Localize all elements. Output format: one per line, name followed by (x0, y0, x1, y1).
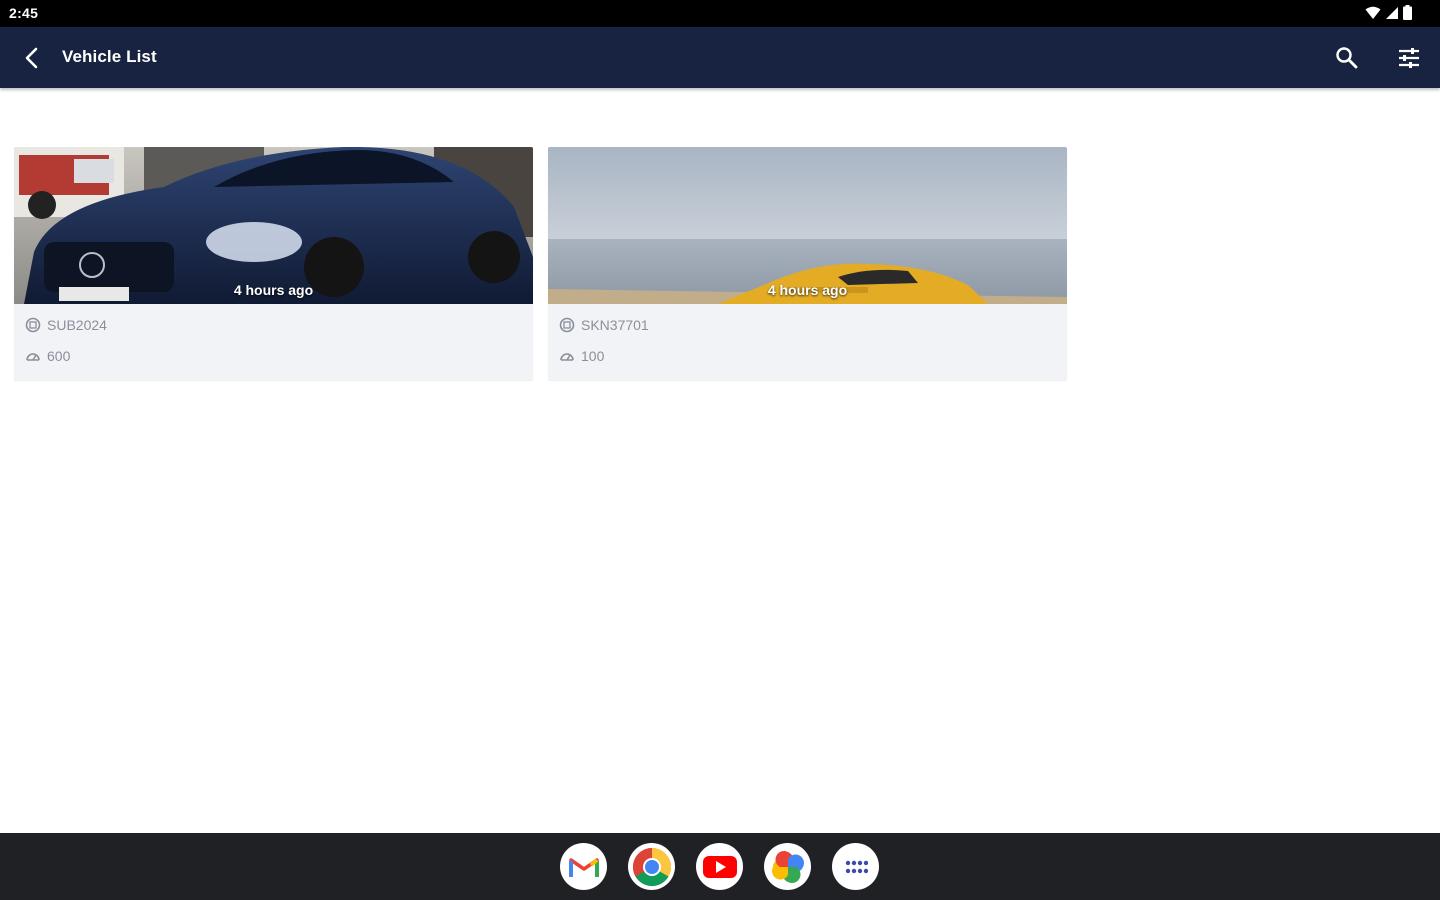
wifi-icon (1365, 6, 1381, 19)
app-bar: Vehicle List (0, 27, 1440, 88)
plate-row: SKN37701 (559, 317, 649, 333)
battery-icon (1403, 5, 1412, 20)
vehicle-odometer: 600 (47, 348, 71, 364)
gmail-app[interactable] (560, 843, 607, 890)
app-dock (560, 843, 879, 890)
vehicle-photo (548, 147, 1067, 304)
vehicle-timestamp: 4 hours ago (233, 282, 314, 298)
app-drawer-icon (845, 860, 868, 873)
filter-settings-icon (1399, 48, 1419, 68)
filter-button[interactable] (1395, 44, 1423, 72)
app-drawer[interactable] (832, 843, 879, 890)
youtube-icon (702, 855, 737, 878)
youtube-app[interactable] (696, 843, 743, 890)
vehicle-plate: SKN37701 (581, 317, 649, 333)
odometer-row: 100 (559, 348, 604, 364)
license-plate-icon (559, 317, 575, 333)
vehicle-card[interactable]: 4 hours ago SKN37701 100 (548, 147, 1067, 380)
status-bar: 2:45 (0, 0, 1440, 27)
photos-app[interactable] (764, 843, 811, 890)
search-icon (1336, 47, 1358, 69)
cell-signal-icon (1386, 6, 1398, 19)
speedometer-icon (26, 353, 40, 361)
page-title: Vehicle List (62, 47, 157, 66)
gmail-icon (568, 857, 599, 877)
speedometer-icon (560, 353, 574, 361)
back-button[interactable] (18, 44, 46, 72)
photos-icon (771, 850, 804, 883)
odometer-row: 600 (25, 348, 70, 364)
search-button[interactable] (1333, 44, 1361, 72)
taskbar (0, 833, 1440, 900)
license-plate-icon (25, 317, 41, 333)
status-icons (1365, 5, 1412, 20)
chrome-app[interactable] (628, 843, 675, 890)
vehicle-card[interactable]: 4 hours ago SUB2024 600 (14, 147, 533, 380)
vehicle-plate: SUB2024 (47, 317, 107, 333)
vehicle-timestamp: 4 hours ago (767, 282, 848, 298)
status-time: 2:45 (9, 5, 39, 21)
vehicle-photo (14, 147, 533, 304)
back-arrow-icon (25, 47, 38, 69)
chrome-icon (632, 847, 671, 886)
plate-row: SUB2024 (25, 317, 107, 333)
vehicle-odometer: 100 (581, 348, 605, 364)
